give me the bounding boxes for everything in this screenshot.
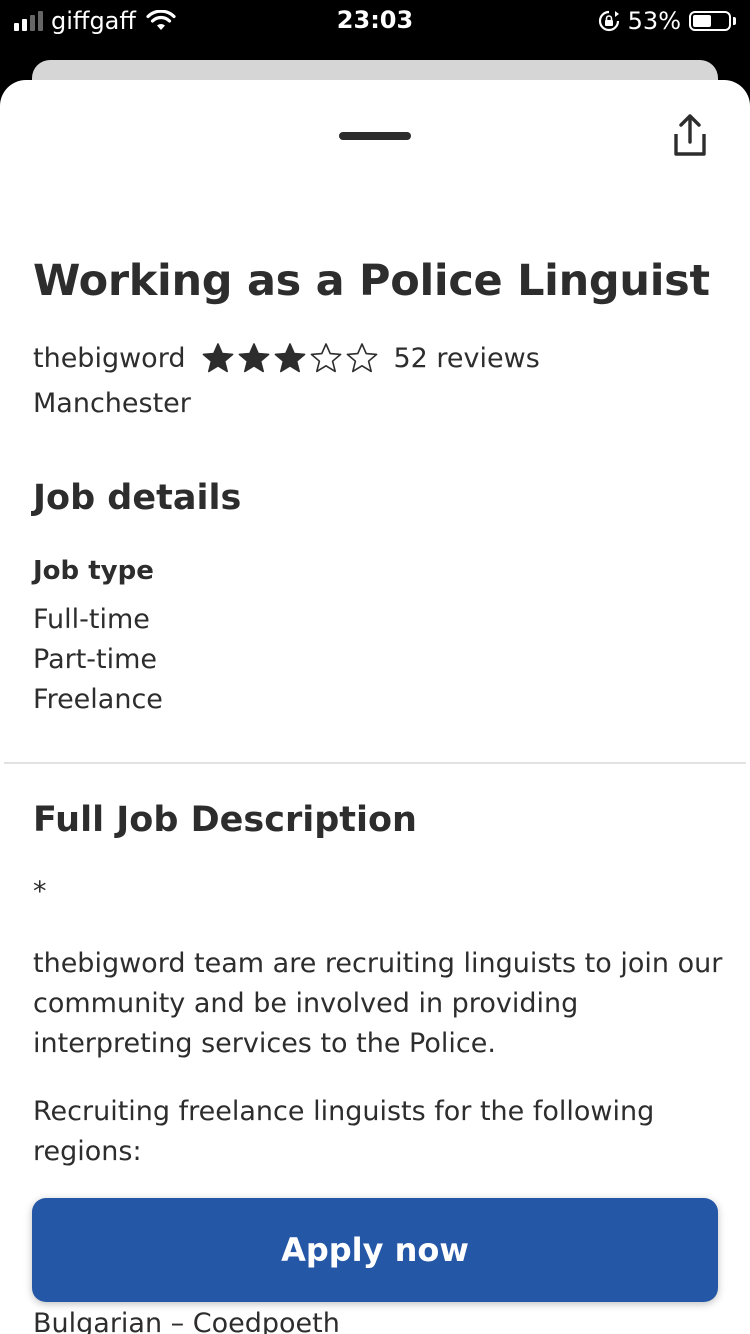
job-detail-sheet[interactable]: Working as a Police Linguist thebigword … [0, 80, 750, 1334]
description-heading: Full Job Description [33, 800, 417, 840]
job-details-heading: Job details [33, 478, 242, 518]
company-name[interactable]: thebigword [33, 343, 185, 374]
reviews-count[interactable]: 52 reviews [393, 343, 539, 374]
star-outline-icon [311, 343, 342, 373]
job-type-item: Freelance [33, 684, 163, 715]
job-type-label: Job type [33, 556, 154, 586]
job-type-item: Full-time [33, 604, 150, 635]
rating-stars[interactable] [201, 342, 381, 374]
sheet-grabber-handle[interactable] [339, 132, 411, 140]
job-title: Working as a Police Linguist [33, 256, 710, 306]
job-type-item: Part-time [33, 644, 158, 675]
job-location: Manchester [33, 388, 191, 419]
description-paragraph: Recruiting freelance linguists for the f… [33, 1096, 655, 1167]
battery-percent: 53% [627, 7, 681, 35]
section-divider [4, 762, 746, 764]
description-list-item: Bulgarian – Coedpoeth [33, 1308, 340, 1334]
star-filled-icon [275, 343, 306, 373]
star-filled-icon [203, 343, 234, 373]
rotation-lock-icon [598, 10, 619, 32]
status-bar: giffgaff 23:03 53% [0, 0, 750, 40]
star-filled-icon [239, 343, 270, 373]
star-outline-icon [347, 343, 378, 373]
battery-icon [689, 11, 731, 31]
company-row: thebigword 52 reviews [33, 338, 540, 378]
status-right: 53% [598, 7, 736, 35]
description-paragraph: thebigword team are recruiting linguists… [33, 948, 723, 1059]
share-icon[interactable] [670, 112, 710, 158]
apply-now-button[interactable]: Apply now [32, 1198, 718, 1302]
battery-tip [733, 17, 736, 25]
description-bullet: * [33, 876, 47, 907]
